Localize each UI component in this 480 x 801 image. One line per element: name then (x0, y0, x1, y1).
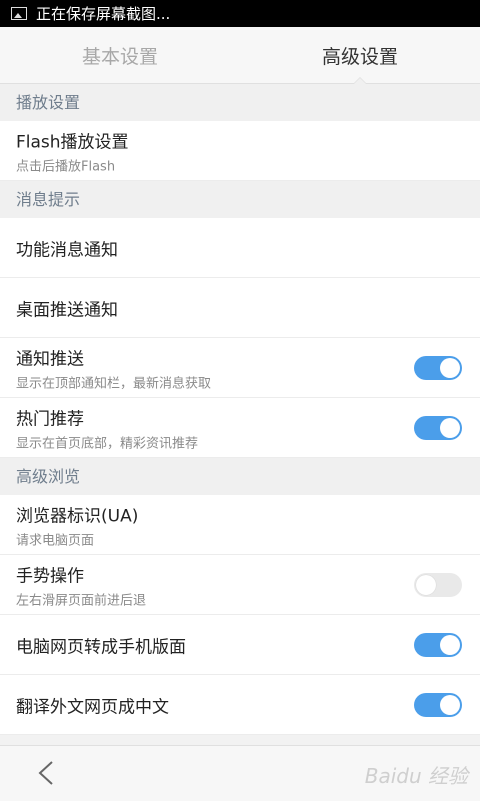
setting-title: 翻译外文网页成中文 (16, 697, 169, 717)
setting-subtitle: 显示在顶部通知栏，最新消息获取 (16, 376, 212, 391)
setting-push-notifications[interactable]: 通知推送 显示在顶部通知栏，最新消息获取 (0, 338, 480, 398)
setting-title: 电脑网页转成手机版面 (16, 637, 186, 657)
section-header-notifications: 消息提示 (0, 181, 480, 218)
setting-hot-recommendations[interactable]: 热门推荐 显示在首页底部，精彩资讯推荐 (0, 398, 480, 458)
toggle-knob (440, 417, 460, 438)
setting-feature-notifications[interactable]: 功能消息通知 (0, 218, 480, 278)
bottom-bar: Baidu 经验 (0, 745, 480, 801)
setting-title: 热门推荐 (16, 409, 84, 429)
status-bar: 正在保存屏幕截图... (0, 0, 480, 27)
tab-label: 高级设置 (321, 45, 398, 68)
setting-flash-playback[interactable]: Flash播放设置 点击后播放Flash (0, 121, 480, 181)
tab-advanced-settings[interactable]: 高级设置 (240, 27, 480, 84)
tab-basic-settings[interactable]: 基本设置 (0, 27, 240, 83)
setting-mobile-layout[interactable]: 电脑网页转成手机版面 (0, 615, 480, 675)
setting-subtitle: 显示在首页底部，精彩资讯推荐 (16, 436, 199, 451)
mobile-layout-toggle[interactable] (414, 632, 462, 657)
gestures-toggle[interactable] (414, 572, 462, 597)
setting-desktop-push[interactable]: 桌面推送通知 (0, 278, 480, 338)
settings-list: 播放设置 Flash播放设置 点击后播放Flash 消息提示 功能消息通知 桌面… (0, 84, 480, 735)
section-header-advanced-browsing: 高级浏览 (0, 458, 480, 495)
watermark-logo: Baidu 经验 (364, 764, 468, 788)
setting-title: 通知推送 (16, 349, 84, 369)
setting-title: 手势操作 (16, 566, 84, 586)
active-tab-caret-icon (353, 77, 367, 84)
translate-pages-toggle[interactable] (414, 692, 462, 717)
setting-title: 浏览器标识(UA) (16, 506, 139, 526)
tab-bar: 基本设置 高级设置 (0, 27, 480, 84)
toggle-knob (416, 574, 436, 595)
toggle-knob (440, 357, 460, 378)
tab-label: 基本设置 (81, 45, 158, 68)
setting-title: 桌面推送通知 (16, 300, 118, 320)
chevron-left-icon[interactable] (36, 760, 56, 786)
section-header-playback: 播放设置 (0, 84, 480, 121)
setting-user-agent[interactable]: 浏览器标识(UA) 请求电脑页面 (0, 495, 480, 555)
push-notifications-toggle[interactable] (414, 355, 462, 380)
image-icon (11, 7, 27, 20)
setting-subtitle: 左右滑屏页面前进后退 (16, 593, 147, 608)
setting-translate-pages[interactable]: 翻译外文网页成中文 (0, 675, 480, 735)
setting-gestures[interactable]: 手势操作 左右滑屏页面前进后退 (0, 555, 480, 615)
toggle-knob (440, 694, 460, 715)
setting-title: 功能消息通知 (16, 240, 118, 260)
status-text: 正在保存屏幕截图... (36, 5, 171, 23)
hot-recommendations-toggle[interactable] (414, 415, 462, 440)
setting-subtitle: 点击后播放Flash (16, 159, 116, 174)
setting-title: Flash播放设置 (16, 132, 129, 152)
setting-subtitle: 请求电脑页面 (16, 533, 95, 548)
toggle-knob (440, 634, 460, 655)
